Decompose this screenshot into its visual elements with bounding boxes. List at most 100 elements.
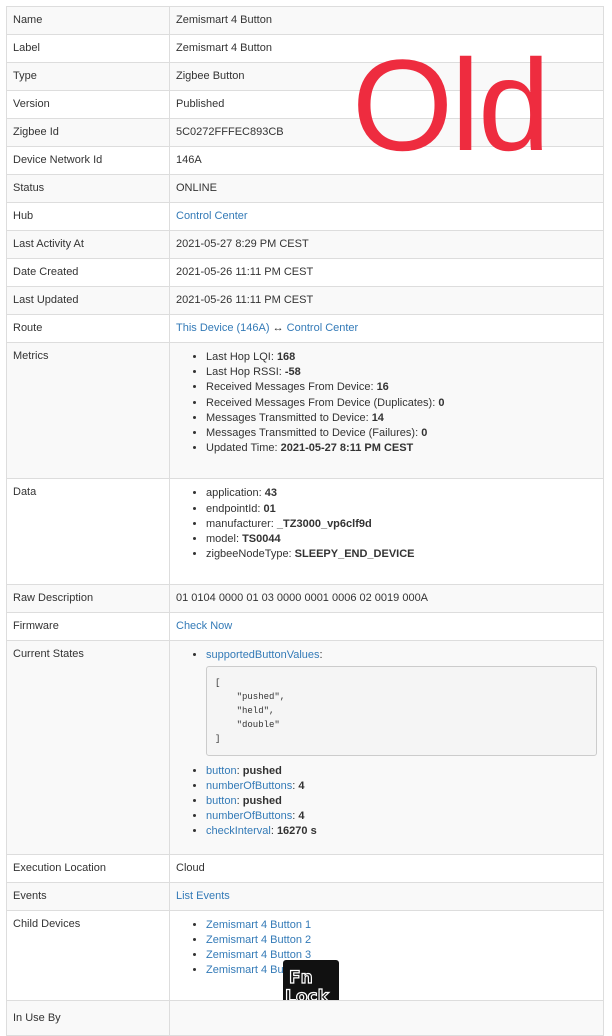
state-attr-link[interactable]: numberOfButtons (206, 810, 292, 822)
network-id-key: Device Network Id (6, 146, 170, 175)
list-item: zigbeeNodeType: SLEEPY_END_DEVICE (206, 547, 597, 562)
data-list: application: 43 endpointId: 01 manufactu… (176, 486, 597, 562)
row-in-use-by: In Use By (6, 1000, 604, 1036)
row-label: Label Zemismart 4 Button (6, 34, 604, 63)
row-zigbee-id: Zigbee Id 5C0272FFFEC893CB (6, 118, 604, 147)
child-device-link[interactable]: Zemismart 4 Button 1 (206, 919, 311, 931)
type-key: Type (6, 62, 170, 91)
row-firmware: Firmware Check Now (6, 612, 604, 642)
list-item: Last Hop LQI: 168 (206, 350, 597, 365)
hub-key: Hub (6, 202, 170, 231)
zigbee-id-value: 5C0272FFFEC893CB (169, 118, 604, 147)
list-item: button: pushed (206, 794, 597, 809)
state-attr-link[interactable]: button (206, 765, 237, 777)
list-item: manufacturer: _TZ3000_vp6clf9d (206, 517, 597, 532)
execution-location-key: Execution Location (6, 853, 170, 883)
name-value: Zemismart 4 Button (169, 6, 604, 35)
list-item: endpointId: 01 (206, 502, 597, 517)
list-item: application: 43 (206, 486, 597, 501)
version-value: Published (169, 90, 604, 119)
firmware-key: Firmware (6, 612, 170, 642)
type-value: Zigbee Button (169, 62, 604, 91)
list-item: Received Messages From Device (Duplicate… (206, 396, 597, 411)
list-item: numberOfButtons: 4 (206, 779, 597, 794)
name-key: Name (6, 6, 170, 35)
logo-icon: Fn Lock (284, 967, 330, 1000)
row-last-activity: Last Activity At 2021-05-27 8:29 PM CEST (6, 230, 604, 259)
row-hub: Hub Control Center (6, 202, 604, 231)
last-updated-value: 2021-05-26 11:11 PM CEST (169, 286, 604, 315)
date-created-value: 2021-05-26 11:11 PM CEST (169, 258, 604, 287)
label-key: Label (6, 34, 170, 63)
list-item: Zemismart 4 Button 3 (206, 948, 597, 963)
network-id-value: 146A (169, 146, 604, 175)
row-version: Version Published (6, 90, 604, 119)
status-key: Status (6, 174, 170, 203)
row-route: Route This Device (146A) ↔ Control Cente… (6, 314, 604, 343)
route-key: Route (6, 314, 170, 343)
events-key: Events (6, 881, 170, 911)
state-attr-link[interactable]: numberOfButtons (206, 780, 292, 792)
row-type: Type Zigbee Button (6, 62, 604, 91)
row-date-created: Date Created 2021-05-26 11:11 PM CEST (6, 258, 604, 287)
date-created-key: Date Created (6, 258, 170, 287)
child-device-link[interactable]: Zemismart 4 Button 2 (206, 934, 311, 946)
child-devices-list: Zemismart 4 Button 1 Zemismart 4 Button … (176, 918, 597, 979)
check-now-link[interactable]: Check Now (176, 620, 232, 632)
child-devices-key: Child Devices (6, 909, 170, 1002)
row-metrics: Metrics Last Hop LQI: 168 Last Hop RSSI:… (6, 341, 604, 480)
row-data: Data application: 43 endpointId: 01 manu… (6, 478, 604, 586)
current-states-key: Current States (6, 640, 170, 855)
last-activity-value: 2021-05-27 8:29 PM CEST (169, 230, 604, 259)
list-item: Messages Transmitted to Device (Failures… (206, 426, 597, 441)
in-use-by-key: In Use By (6, 1000, 170, 1036)
row-network-id: Device Network Id 146A (6, 146, 604, 175)
row-status: Status ONLINE (6, 174, 604, 203)
route-device-link[interactable]: This Device (146A) (176, 322, 270, 334)
last-updated-key: Last Updated (6, 286, 170, 315)
svg-text:Fn: Fn (289, 968, 313, 988)
svg-text:Lock: Lock (285, 987, 330, 1000)
list-item: model: TS0044 (206, 532, 597, 547)
supported-values-code: [ "pushed", "held", "double" ] (206, 665, 597, 756)
row-last-updated: Last Updated 2021-05-26 11:11 PM CEST (6, 286, 604, 315)
label-value: Zemismart 4 Button (169, 34, 604, 63)
list-item: Zemismart 4 Button 2 (206, 933, 597, 948)
route-hub-link[interactable]: Control Center (287, 322, 359, 334)
list-item: Received Messages From Device: 16 (206, 380, 597, 395)
raw-description-key: Raw Description (6, 584, 170, 614)
row-execution-location: Execution Location Cloud (6, 853, 604, 883)
list-item: supportedButtonValues: [ "pushed", "held… (206, 648, 597, 756)
status-value: ONLINE (169, 174, 604, 203)
last-activity-key: Last Activity At (6, 230, 170, 259)
list-item: button: pushed (206, 764, 597, 779)
list-item: checkInterval: 16270 s (206, 824, 597, 839)
list-item: Messages Transmitted to Device: 14 (206, 411, 597, 426)
list-item: Zemismart 4 Button 4 (206, 963, 597, 978)
data-key: Data (6, 478, 170, 586)
route-arrow: ↔ (272, 322, 284, 334)
list-item: Last Hop RSSI: -58 (206, 365, 597, 380)
logo: Fn Lock (283, 960, 339, 1000)
in-use-by-value (169, 1000, 604, 1036)
current-states-list: supportedButtonValues: [ "pushed", "held… (176, 648, 597, 839)
raw-description-value: 01 0104 0000 01 03 0000 0001 0006 02 001… (169, 584, 604, 614)
list-item: numberOfButtons: 4 (206, 809, 597, 824)
list-item: Updated Time: 2021-05-27 8:11 PM CEST (206, 441, 597, 456)
state-attr-link[interactable]: button (206, 795, 237, 807)
row-raw-description: Raw Description 01 0104 0000 01 03 0000 … (6, 584, 604, 614)
state-attr-link[interactable]: checkInterval (206, 825, 271, 837)
hub-link[interactable]: Control Center (176, 210, 248, 222)
device-properties-table: Name Zemismart 4 Button Label Zemismart … (6, 6, 604, 1036)
zigbee-id-key: Zigbee Id (6, 118, 170, 147)
list-item: Zemismart 4 Button 1 (206, 918, 597, 933)
state-attr-link[interactable]: supportedButtonValues (206, 649, 320, 661)
row-current-states: Current States supportedButtonValues: [ … (6, 640, 604, 855)
execution-location-value: Cloud (169, 853, 604, 883)
list-events-link[interactable]: List Events (176, 890, 230, 902)
version-key: Version (6, 90, 170, 119)
row-name: Name Zemismart 4 Button (6, 6, 604, 35)
metrics-list: Last Hop LQI: 168 Last Hop RSSI: -58 Rec… (176, 350, 597, 456)
metrics-key: Metrics (6, 341, 170, 480)
row-events: Events List Events (6, 881, 604, 911)
